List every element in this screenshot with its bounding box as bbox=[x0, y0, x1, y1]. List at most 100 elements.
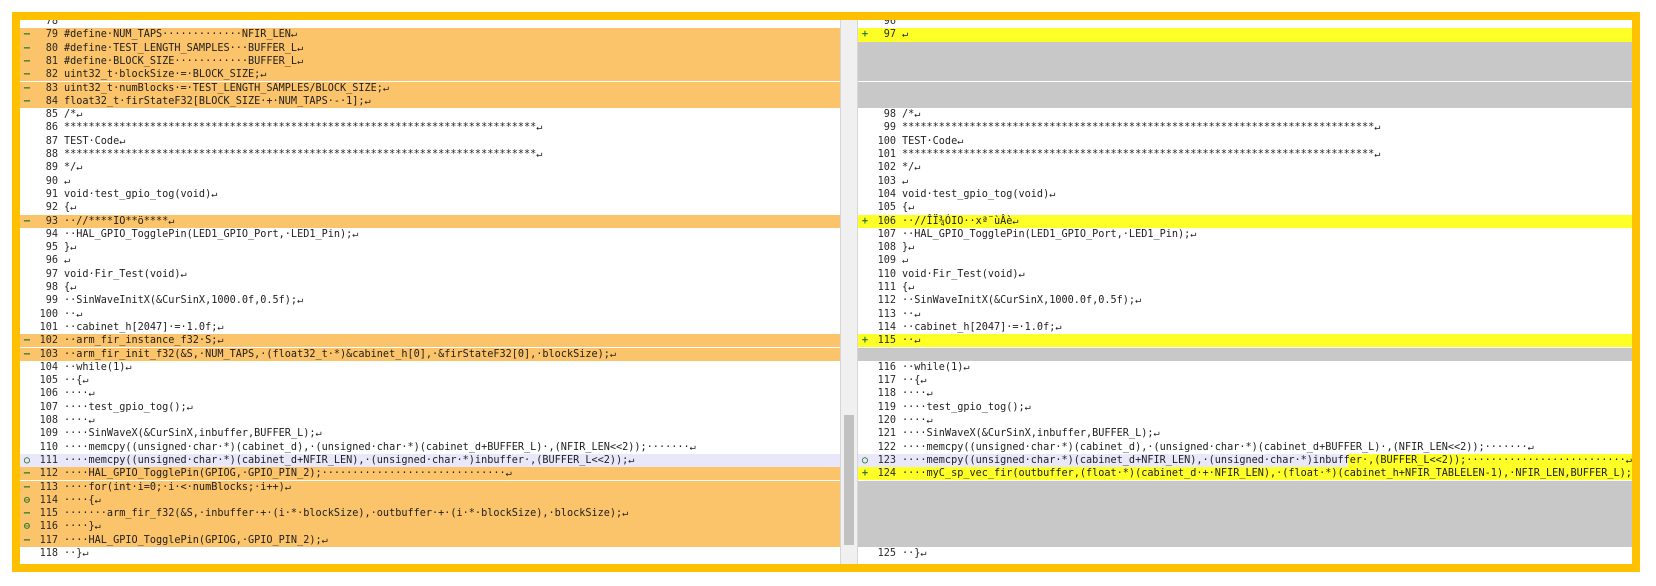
code-line[interactable]: +106 ··//ÎÏ¾ÓIO··xª¨ùÂè↵ bbox=[858, 214, 1632, 228]
code-text[interactable]: }↵ bbox=[902, 241, 914, 254]
code-text[interactable]: float32_t·firStateF32[BLOCK_SIZE·+·NUM_T… bbox=[64, 95, 371, 108]
code-line[interactable]: 118 ··}↵ bbox=[20, 547, 840, 560]
code-line[interactable]: – 79 #define·NUM_TAPS·············NFIR_LEN… bbox=[20, 28, 840, 42]
code-line[interactable]: 78 bbox=[20, 20, 840, 28]
code-text[interactable]: */↵ bbox=[902, 161, 920, 174]
code-line[interactable]: 107 ····test_gpio_tog();↵ bbox=[20, 401, 840, 414]
code-text[interactable]: ····}↵ bbox=[64, 520, 101, 533]
code-line[interactable]: 111 {↵ bbox=[858, 281, 1632, 294]
code-line[interactable]: ○ 123 ····memcpy((unsigned·char·*)(cabinet… bbox=[858, 453, 1632, 468]
code-text[interactable]: #define·TEST_LENGTH_SAMPLES···BUFFER_L↵ bbox=[64, 42, 303, 55]
code-line[interactable]: 98 /*↵ bbox=[858, 108, 1632, 121]
code-text[interactable]: /*↵ bbox=[902, 108, 920, 121]
code-text[interactable]: {↵ bbox=[902, 281, 914, 294]
code-line[interactable]: 121 ····SinWaveX(&CurSinX,inbuffer,BUFFER… bbox=[858, 427, 1632, 440]
code-text[interactable]: ↵ bbox=[902, 28, 908, 41]
code-text[interactable]: ··{↵ bbox=[64, 374, 89, 387]
code-text[interactable]: ··{↵ bbox=[902, 374, 927, 387]
code-line[interactable]: 117 ··{↵ bbox=[858, 374, 1632, 387]
code-text[interactable]: ····HAL_GPIO_TogglePin(GPIOG,·GPIO_PIN_2… bbox=[64, 467, 512, 480]
code-line[interactable]: 109 ↵ bbox=[858, 254, 1632, 267]
code-line[interactable]: – 81 #define·BLOCK_SIZE············BUFFER_… bbox=[20, 54, 840, 69]
code-text[interactable]: */↵ bbox=[64, 161, 82, 174]
code-text[interactable]: ··while(1)↵ bbox=[902, 361, 969, 374]
code-text[interactable]: {↵ bbox=[64, 281, 76, 294]
code-line[interactable]: 91 void·test_gpio_tog(void)↵ bbox=[20, 188, 840, 201]
code-text[interactable]: ··SinWaveInitX(&CurSinX,1000.0f,0.5f);↵ bbox=[64, 294, 303, 307]
code-line[interactable]: 98 {↵ bbox=[20, 281, 840, 294]
code-line[interactable]: ○ 111 ····memcpy((unsigned·char·*)(cabinet… bbox=[20, 453, 840, 468]
code-line[interactable]: 96 ↵ bbox=[20, 254, 840, 267]
code-text[interactable]: TEST·Code↵ bbox=[64, 135, 125, 148]
code-line[interactable]: 101 ··cabinet_h[2047]·=·1.0f;↵ bbox=[20, 321, 840, 334]
code-text[interactable]: ····myC_sp_vec_fir(outbuffer,(float·*)(c… bbox=[902, 467, 1632, 480]
code-line[interactable]: 95}↵ bbox=[20, 241, 840, 254]
code-line[interactable]: 92 {↵ bbox=[20, 201, 840, 214]
code-line[interactable]: +97 ↵ bbox=[858, 28, 1632, 42]
code-text[interactable]: uint32_t·numBlocks·=·TEST_LENGTH_SAMPLES… bbox=[64, 82, 389, 95]
code-line[interactable]: –112 ····HAL_GPIO_TogglePin(GPIOG,·GPIO_P… bbox=[20, 467, 840, 481]
code-line[interactable]: 116 ··while(1)↵ bbox=[858, 361, 1632, 374]
code-line[interactable]: –117 ····HAL_GPIO_TogglePin(GPIOG,·GPIO_P… bbox=[20, 533, 840, 547]
code-line[interactable]: 87 TEST·Code↵ bbox=[20, 135, 840, 148]
code-line[interactable]: 118 ····↵ bbox=[858, 387, 1632, 400]
code-line[interactable]: 122 ····memcpy((unsigned·char·*)(cabinet_… bbox=[858, 441, 1632, 454]
code-line[interactable]: 108}↵ bbox=[858, 241, 1632, 254]
code-line[interactable]: 88 **************************************… bbox=[20, 148, 840, 161]
code-line[interactable]: – 80 #define·TEST_LENGTH_SAMPLES···BUFFER_… bbox=[20, 41, 840, 55]
code-line[interactable]: 104 ··while(1)↵ bbox=[20, 361, 840, 374]
code-text[interactable]: ··arm_fir_init_f32(&S,·NUM_TAPS,·(float3… bbox=[64, 348, 616, 361]
code-text[interactable]: ····for(int·i=0;·i·<·numBlocks;·i++)↵ bbox=[64, 481, 291, 494]
code-text[interactable]: ****************************************… bbox=[64, 121, 542, 134]
code-line[interactable]: 103 ↵ bbox=[858, 175, 1632, 188]
right-diff-pane[interactable]: 96 +97 ↵ 98 /*↵ 99 ***************************… bbox=[858, 20, 1632, 564]
code-text[interactable]: ····↵ bbox=[64, 414, 95, 427]
code-text[interactable]: uint32_t·blockSize·=·BLOCK_SIZE;↵ bbox=[64, 68, 266, 81]
code-text[interactable]: void·test_gpio_tog(void)↵ bbox=[64, 188, 217, 201]
code-text[interactable]: ****************************************… bbox=[64, 148, 542, 161]
code-text[interactable]: ··↵ bbox=[902, 308, 920, 321]
code-text[interactable]: ····memcpy((unsigned·char·*)(cabinet_d+N… bbox=[902, 454, 1632, 467]
code-text[interactable]: ··while(1)↵ bbox=[64, 361, 131, 374]
code-line[interactable]: +115 ··↵ bbox=[858, 334, 1632, 348]
code-text[interactable]: ··cabinet_h[2047]·=·1.0f;↵ bbox=[902, 321, 1061, 334]
code-text[interactable]: ··↵ bbox=[64, 308, 82, 321]
code-text[interactable]: /*↵ bbox=[64, 108, 82, 121]
code-line[interactable]: 100 TEST·Code↵ bbox=[858, 135, 1632, 148]
code-text[interactable]: ····memcpy((unsigned·char·*)(cabinet_d+N… bbox=[64, 454, 634, 467]
code-line[interactable]: 89 */↵ bbox=[20, 161, 840, 174]
code-text[interactable]: ··HAL_GPIO_TogglePin(LED1_GPIO_Port,·LED… bbox=[64, 228, 358, 241]
code-line[interactable]: 90 ↵ bbox=[20, 175, 840, 188]
code-line[interactable]: 112 ··SinWaveInitX(&CurSinX,1000.0f,0.5f)… bbox=[858, 294, 1632, 307]
code-text[interactable]: ··SinWaveInitX(&CurSinX,1000.0f,0.5f);↵ bbox=[902, 294, 1141, 307]
code-line[interactable]: 101 *************************************… bbox=[858, 148, 1632, 161]
code-text[interactable]: ··cabinet_h[2047]·=·1.0f;↵ bbox=[64, 321, 223, 334]
code-line[interactable]: 114 ··cabinet_h[2047]·=·1.0f;↵ bbox=[858, 321, 1632, 334]
code-text[interactable]: ··//****IO**ӧ****↵ bbox=[64, 215, 174, 228]
code-text[interactable]: ··}↵ bbox=[902, 547, 927, 560]
code-line[interactable]: 104 void·test_gpio_tog(void)↵ bbox=[858, 188, 1632, 201]
code-text[interactable]: TEST·Code↵ bbox=[902, 135, 963, 148]
code-line[interactable]: 96 bbox=[858, 20, 1632, 28]
code-line[interactable]: 102 */↵ bbox=[858, 161, 1632, 174]
code-text[interactable]: ··//ÎÏ¾ÓIO··xª¨ùÂè↵ bbox=[902, 215, 1019, 228]
code-text[interactable]: ****************************************… bbox=[902, 148, 1380, 161]
code-text[interactable]: ····↵ bbox=[64, 387, 95, 400]
code-line[interactable]: – 82 uint32_t·blockSize·=·BLOCK_SIZE;↵ bbox=[20, 68, 840, 82]
code-line[interactable]: 97 void·Fir_Test(void)↵ bbox=[20, 268, 840, 281]
code-text[interactable]: ··}↵ bbox=[64, 547, 89, 560]
code-text[interactable]: ↵ bbox=[902, 254, 908, 267]
code-text[interactable]: #define·NUM_TAPS·············NFIR_LEN↵ bbox=[64, 28, 297, 41]
code-line[interactable]: 99 ··SinWaveInitX(&CurSinX,1000.0f,0.5f);… bbox=[20, 294, 840, 307]
code-line[interactable]: ⊖ 116 ····}↵ bbox=[20, 520, 840, 534]
code-text[interactable]: ↵ bbox=[64, 254, 70, 267]
code-line[interactable]: 99 **************************************… bbox=[858, 121, 1632, 134]
code-text[interactable]: ····↵ bbox=[902, 387, 933, 400]
scrollbar-thumb[interactable] bbox=[844, 415, 854, 545]
code-line[interactable]: –115 ·······arm_fir_f32(&S,·inbuffer·+·(i… bbox=[20, 507, 840, 521]
code-text[interactable]: ↵ bbox=[64, 175, 70, 188]
code-text[interactable]: void·Fir_Test(void)↵ bbox=[64, 268, 187, 281]
code-text[interactable]: ····memcpy((unsigned·char·*)(cabinet_d),… bbox=[64, 441, 696, 454]
code-line[interactable]: –102 ··arm_fir_instance_f32·S;↵ bbox=[20, 334, 840, 348]
code-line[interactable]: ⊖ 114 ····{↵ bbox=[20, 493, 840, 508]
